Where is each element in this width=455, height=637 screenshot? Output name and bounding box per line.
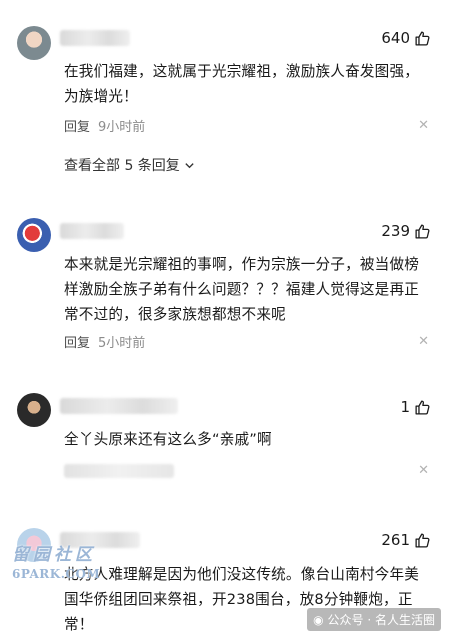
wechat-icon: ◉ [313, 612, 324, 627]
thumbs-up-icon[interactable] [414, 399, 431, 416]
comment-text: 在我们福建，这就属于光宗耀祖，激励族人奋发图强，为族增光！ [64, 63, 420, 105]
account-watermark: ◉ 公众号 · 名人生活圈 [307, 608, 441, 631]
timestamp: 5小时前 [98, 336, 146, 351]
avatar[interactable] [17, 26, 51, 60]
like-count: 1 [400, 398, 410, 416]
view-replies-link[interactable]: 查看全部 5 条回复 [64, 155, 195, 175]
like-count: 261 [381, 531, 410, 549]
thumbs-up-icon[interactable] [414, 532, 431, 549]
watermark-text: 公众号 · 名人生活圈 [327, 613, 435, 627]
like-counter[interactable]: 1 [400, 398, 431, 416]
close-icon[interactable]: ✕ [418, 463, 429, 478]
avatar[interactable] [17, 393, 51, 427]
site-watermark: 留园社区 6PARK.COM [12, 540, 112, 581]
thumbs-up-icon[interactable] [414, 30, 431, 47]
like-counter[interactable]: 261 [381, 531, 431, 549]
like-counter[interactable]: 640 [381, 29, 431, 47]
view-replies-label: 查看全部 5 条回复 [64, 158, 180, 174]
comment-meta-blurred [64, 464, 174, 478]
comment-text: 全丫头原来还有这么多“亲戚”啊 [64, 431, 272, 448]
close-icon[interactable]: ✕ [418, 334, 429, 349]
reply-button[interactable]: 回复 [64, 116, 90, 135]
thumbs-up-icon[interactable] [414, 223, 431, 240]
watermark-cn: 留园社区 [12, 545, 96, 565]
comment-meta: 回复 5小时前 [64, 332, 145, 351]
avatar[interactable] [17, 218, 51, 252]
like-count: 239 [381, 222, 410, 240]
username-blurred [60, 398, 178, 414]
username-blurred [60, 223, 124, 239]
comment-meta: 回复 9小时前 [64, 116, 145, 135]
comment-text: 本来就是光宗耀祖的事啊，作为宗族一分子，被当做榜样激励全族子弟有什么问题？？？福… [64, 256, 420, 323]
chevron-down-icon [185, 162, 194, 168]
reply-button[interactable]: 回复 [64, 332, 90, 351]
timestamp: 9小时前 [98, 120, 146, 135]
watermark-en: 6PARK.COM [12, 567, 101, 581]
like-counter[interactable]: 239 [381, 222, 431, 240]
like-count: 640 [381, 29, 410, 47]
close-icon[interactable]: ✕ [418, 118, 429, 133]
username-blurred [60, 30, 130, 46]
